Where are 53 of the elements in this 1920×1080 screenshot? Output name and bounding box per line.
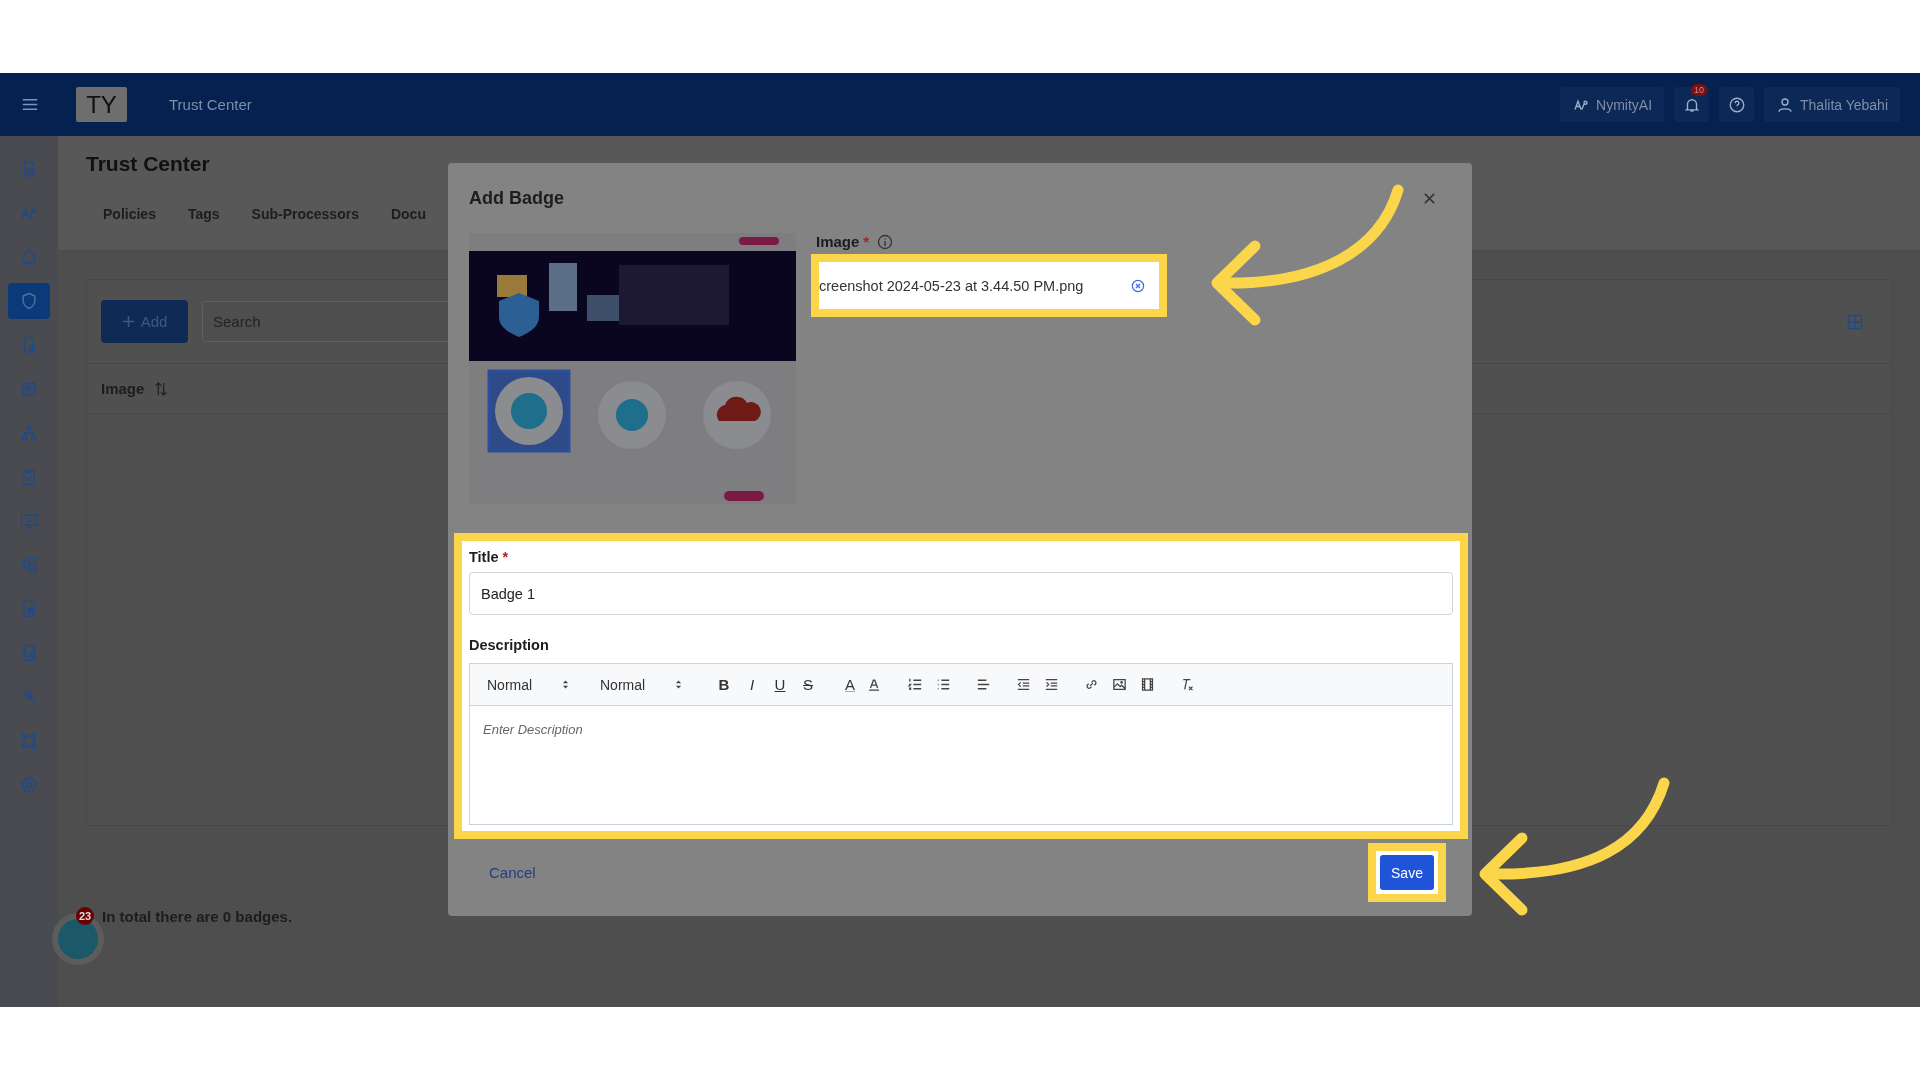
required-mark: * xyxy=(502,549,509,565)
help-icon xyxy=(1727,95,1746,114)
indent-icon[interactable] xyxy=(1043,676,1060,693)
outdent-icon[interactable] xyxy=(1015,676,1032,693)
settings-icon xyxy=(19,775,39,795)
sidebar-item[interactable] xyxy=(8,283,50,319)
close-icon[interactable] xyxy=(1423,192,1436,205)
info-icon[interactable] xyxy=(877,233,894,250)
save-button[interactable]: Save xyxy=(1380,855,1434,890)
help-button[interactable] xyxy=(1719,87,1755,122)
file-field[interactable]: creenshot 2024-05-23 at 3.44.50 PM.png xyxy=(819,262,1159,309)
format-button[interactable]: S xyxy=(797,676,819,693)
format-button[interactable]: I xyxy=(741,676,763,693)
format-select[interactable]: Normal xyxy=(487,676,569,693)
app-title: Trust Center xyxy=(169,96,252,113)
format-select[interactable]: Normal xyxy=(600,676,682,693)
monitor-icon xyxy=(19,511,39,531)
format-button[interactable]: B xyxy=(713,676,735,693)
format-button[interactable]: A xyxy=(839,676,861,693)
required-mark: * xyxy=(863,233,870,250)
grid-view-icon[interactable] xyxy=(1847,313,1863,330)
page-title: Trust Center xyxy=(86,152,211,176)
dialog-title: Add Badge xyxy=(469,188,564,209)
person-list-icon xyxy=(19,555,39,575)
logo: TY xyxy=(76,87,127,122)
dropdown-caret-icon xyxy=(675,679,682,690)
notifications-button[interactable]: 10 xyxy=(1674,87,1710,122)
image-label: Image xyxy=(816,233,860,250)
title-field[interactable]: Badge 1 xyxy=(469,572,1453,615)
clear-icon[interactable] xyxy=(1131,278,1145,293)
description-label: Description xyxy=(469,637,550,653)
description-field[interactable]: Enter Description xyxy=(470,706,1452,752)
assistant-button[interactable]: NymityAI xyxy=(1560,87,1665,122)
sort-icon[interactable] xyxy=(154,380,169,397)
file-name: creenshot 2024-05-23 at 3.44.50 PM.png xyxy=(819,277,1084,294)
image-icon[interactable] xyxy=(1111,676,1128,693)
title-label: Title xyxy=(469,549,499,565)
workflow-icon xyxy=(19,731,39,751)
chart-notebook-icon xyxy=(19,643,39,663)
film-icon[interactable] xyxy=(1139,676,1156,693)
numbered-list-icon[interactable] xyxy=(907,676,924,693)
user-icon xyxy=(1776,95,1795,114)
menu-icon[interactable] xyxy=(22,98,38,111)
chat-count-badge: 23 xyxy=(76,907,95,925)
dropdown-caret-icon xyxy=(562,679,569,690)
notification-count: 10 xyxy=(1691,84,1708,96)
hierarchy-icon xyxy=(19,423,39,443)
book-icon xyxy=(19,379,39,399)
plus-icon xyxy=(121,315,135,328)
format-button[interactable]: U xyxy=(769,676,791,693)
user-menu-button[interactable]: Thalita Yebahi xyxy=(1764,87,1900,122)
shield-icon xyxy=(19,291,39,311)
description-placeholder: Enter Description xyxy=(483,722,583,737)
